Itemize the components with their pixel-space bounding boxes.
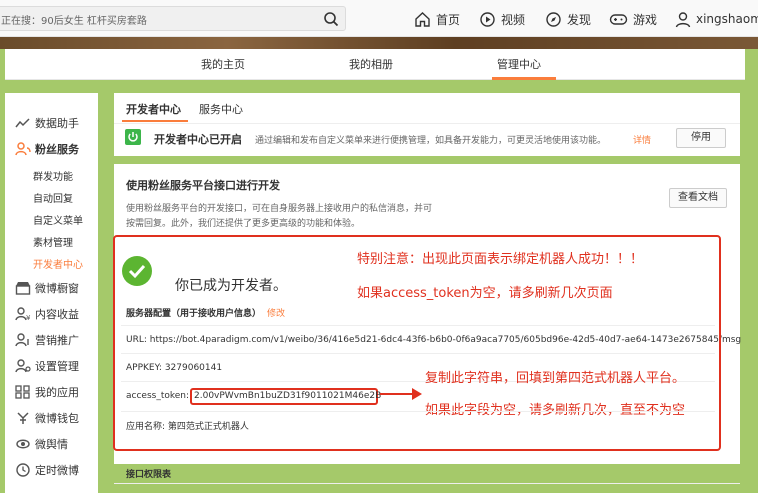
tab-manage-center[interactable]: 管理中心 [497, 56, 541, 72]
sidebar-item-wallet[interactable]: 微博钱包 [15, 410, 79, 426]
sidebar-label: 微博钱包 [35, 412, 79, 425]
nav-game[interactable]: 游戏 [609, 9, 657, 29]
disable-button[interactable]: 停用 [676, 128, 726, 148]
detail-link[interactable]: 详情 [633, 133, 651, 146]
cover-image [0, 37, 758, 49]
sidebar-item-my-apps[interactable]: 我的应用 [15, 384, 79, 400]
sidebar-item-sentiment[interactable]: 微舆情 [15, 436, 68, 452]
nav-discover[interactable]: 发现 [545, 9, 591, 29]
search-input[interactable]: 正在搜：90后女生 杠杆买房套路 [0, 6, 346, 31]
fans-icon [15, 142, 31, 156]
marketing-icon [15, 333, 29, 347]
sidebar-label: 营销推广 [35, 334, 79, 347]
nav-home[interactable]: 首页 [414, 9, 460, 29]
sentiment-icon [16, 439, 30, 449]
apps-icon [15, 385, 30, 399]
dev-status-desc: 通过编辑和发布自定义菜单来进行便携管理，如具备开发能力，可更灵活地使用该功能。 [255, 136, 607, 146]
sidebar-label: 定时微博 [35, 464, 79, 477]
nav-user-label: xingshaomin [696, 12, 758, 26]
dev-center-panel: 开发者中心 服务中心 开发者中心已开启 通过编辑和发布自定义菜单来进行便携管理，… [114, 93, 740, 156]
active-tab-indicator [122, 120, 188, 122]
nav-video[interactable]: 视频 [479, 9, 525, 29]
nav-home-label: 首页 [436, 12, 461, 27]
sidebar-sub-custom-menu[interactable]: 自定义菜单 [33, 212, 83, 227]
settings-icon [15, 359, 31, 373]
sidebar-item-showcase[interactable]: 微博橱窗 [15, 280, 79, 296]
search-icon[interactable] [323, 11, 339, 27]
sidebar-sub-auto-reply[interactable]: 自动回复 [33, 190, 73, 205]
sidebar-sub-broadcast[interactable]: 群发功能 [33, 168, 73, 183]
sidebar-item-content-income[interactable]: ¥ 内容收益 [15, 306, 79, 322]
platform-desc-line2: 按需回复。此外，我们还提供了更多更高级的功能和体验。 [126, 219, 361, 229]
wallet-icon [17, 412, 29, 424]
divider [114, 123, 740, 124]
sidebar-item-fan-service[interactable]: 粉丝服务 [15, 141, 79, 157]
gamepad-icon [609, 13, 628, 25]
sidebar-sub-materials[interactable]: 素材管理 [33, 234, 73, 249]
annotation-red-box [113, 235, 721, 451]
platform-heading: 使用粉丝服务平台接口进行开发 [126, 179, 280, 192]
home-icon [415, 11, 430, 27]
income-icon: ¥ [15, 307, 31, 321]
sidebar-item-marketing[interactable]: 营销推广 [15, 332, 79, 348]
sidebar: 数据助手 粉丝服务 群发功能 自动回复 自定义菜单 素材管理 开发者中心 微博橱… [5, 93, 98, 493]
dev-status-text: 开发者中心已开启 [154, 133, 242, 146]
active-tab-indicator [492, 77, 556, 80]
compass-icon [546, 11, 561, 27]
tab-dev-center[interactable]: 开发者中心 [126, 101, 181, 117]
tab-my-album[interactable]: 我的相册 [349, 56, 393, 72]
sidebar-label: 内容收益 [35, 308, 79, 321]
shop-icon [15, 282, 31, 295]
nav-game-label: 游戏 [633, 12, 658, 27]
tab-my-home[interactable]: 我的主页 [201, 56, 245, 72]
user-icon [675, 11, 691, 27]
sidebar-label: 粉丝服务 [35, 143, 79, 156]
nav-discover-label: 发现 [567, 12, 592, 27]
nav-video-label: 视频 [501, 12, 526, 27]
trend-icon [15, 118, 30, 128]
sidebar-sub-dev-center[interactable]: 开发者中心 [33, 256, 83, 271]
sidebar-label: 微舆情 [35, 438, 68, 451]
permission-table-title: 接口权限表 [126, 470, 172, 480]
nav-user[interactable]: xingshaomin [675, 9, 758, 29]
divider [114, 483, 740, 484]
sidebar-label: 数据助手 [35, 117, 79, 130]
search-placeholder: 正在搜：90后女生 杠杆买房套路 [1, 16, 147, 27]
tab-service-center[interactable]: 服务中心 [199, 101, 243, 117]
sidebar-label: 设置管理 [35, 360, 79, 373]
sidebar-label: 微博橱窗 [35, 282, 79, 295]
power-icon [125, 129, 141, 145]
profile-tabs: 我的主页 我的相册 管理中心 [5, 49, 745, 80]
platform-desc-line1: 使用粉丝服务平台的开发接口，可在自身服务器上接收用户的私信消息，并可 [126, 204, 433, 214]
video-icon [480, 11, 495, 27]
sidebar-label: 我的应用 [35, 386, 79, 399]
sidebar-item-data-helper[interactable]: 数据助手 [15, 115, 79, 131]
sidebar-item-settings[interactable]: 设置管理 [15, 358, 79, 374]
svg-text:¥: ¥ [26, 314, 31, 321]
view-docs-button[interactable]: 查看文档 [669, 188, 727, 208]
sidebar-item-scheduled[interactable]: 定时微博 [15, 462, 79, 478]
clock-icon [16, 463, 30, 477]
top-navbar: 正在搜：90后女生 杠杆买房套路 首页 视频 发现 游戏 xingshaomin [0, 0, 758, 37]
